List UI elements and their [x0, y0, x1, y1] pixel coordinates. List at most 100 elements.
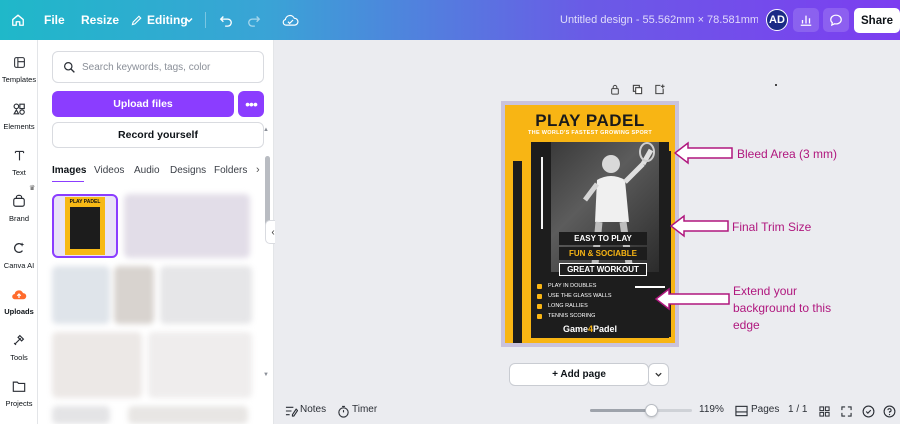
more-options-button[interactable]: •••: [238, 91, 264, 117]
resize-button[interactable]: Resize: [81, 0, 119, 40]
chevron-right-icon[interactable]: ›: [256, 164, 260, 176]
pencil-icon: [126, 10, 146, 30]
rail-item-elements[interactable]: Elements: [0, 101, 38, 131]
bar-chart-icon: [800, 15, 812, 26]
blurred-thumbnail[interactable]: [114, 266, 154, 324]
undo-icon[interactable]: [216, 10, 236, 30]
insights-button[interactable]: [793, 8, 819, 32]
list-item[interactable]: TENNIS SCORING: [537, 311, 647, 321]
record-yourself-button[interactable]: Record yourself: [52, 122, 264, 148]
blurred-thumbnail[interactable]: [52, 332, 142, 398]
rail-item-uploads[interactable]: Uploads: [0, 286, 38, 316]
cloud-saved-icon[interactable]: [280, 10, 300, 30]
comments-button[interactable]: [823, 8, 849, 32]
blurred-thumbnail[interactable]: [128, 406, 248, 424]
bleed-annotation: Bleed Area (3 mm): [737, 147, 838, 161]
decorative-bar: [513, 161, 522, 343]
rail-label: Projects: [5, 399, 33, 408]
tab-images[interactable]: Images: [52, 165, 86, 176]
grid-view-icon[interactable]: [817, 404, 831, 418]
home-icon[interactable]: [8, 10, 28, 30]
tab-folders[interactable]: Folders: [214, 165, 247, 176]
blurred-thumbnail[interactable]: [160, 266, 252, 324]
rail-item-text[interactable]: Text: [0, 147, 38, 177]
tab-audio[interactable]: Audio: [134, 165, 160, 176]
avatar[interactable]: AD: [766, 9, 788, 31]
bullet-icon: [537, 313, 542, 319]
help-icon[interactable]: [882, 404, 896, 418]
panel-scrollbar[interactable]: [265, 156, 270, 230]
redo-icon[interactable]: [244, 10, 264, 30]
list-item-label: TENNIS SCORING: [548, 313, 596, 319]
zoom-level[interactable]: 119%: [699, 404, 724, 415]
scroll-up-arrow[interactable]: ▲: [263, 127, 269, 133]
zoom-slider-handle[interactable]: [644, 404, 658, 417]
uploads-icon: [11, 286, 27, 302]
brand-icon: [11, 193, 27, 209]
add-page-options-button[interactable]: [648, 363, 669, 386]
uploaded-image-thumbnail[interactable]: PLAY PADEL: [52, 194, 118, 258]
top-bar: File Resize Editing Untitled design - 55…: [0, 0, 900, 40]
upload-files-button[interactable]: Upload files: [52, 91, 234, 117]
feature-pill[interactable]: GREAT WORKOUT: [559, 263, 647, 276]
blurred-thumbnail[interactable]: [148, 332, 252, 398]
extend-annotation-line: background to this: [733, 301, 832, 315]
add-page-button[interactable]: + Add page: [509, 363, 649, 386]
design-title[interactable]: Untitled design - 55.562mm × 78.581mm: [560, 0, 758, 40]
left-rail: Templates Elements Text ♛ Brand Canva AI…: [0, 40, 38, 424]
lock-icon[interactable]: [608, 82, 622, 96]
bullet-icon: [537, 283, 542, 289]
list-item-label: LONG RALLIES: [548, 303, 588, 309]
rail-item-tools[interactable]: Tools: [0, 332, 38, 362]
tab-designs[interactable]: Designs: [170, 165, 206, 176]
share-button[interactable]: Share: [854, 8, 900, 33]
list-item[interactable]: USE THE GLASS WALLS: [537, 291, 647, 301]
rail-label: Brand: [8, 214, 29, 223]
rail-item-brand[interactable]: Brand: [0, 193, 38, 223]
notes-button[interactable]: Notes: [300, 404, 326, 415]
chevron-down-icon: [655, 372, 662, 377]
notes-icon[interactable]: [284, 404, 298, 418]
comment-icon: [830, 14, 842, 27]
file-menu[interactable]: File: [44, 0, 65, 40]
search-input[interactable]: [82, 61, 252, 73]
brand-logo-part: Game: [562, 324, 588, 334]
list-item-label: USE THE GLASS WALLS: [548, 293, 612, 299]
crown-icon: ♛: [29, 185, 36, 192]
rail-item-projects[interactable]: Projects: [0, 378, 38, 408]
add-page-icon[interactable]: [652, 82, 666, 96]
search-icon: [64, 61, 75, 73]
blurred-thumbnail[interactable]: [52, 406, 110, 424]
rail-item-templates[interactable]: Templates: [0, 54, 38, 84]
page-count: 1 / 1: [788, 404, 808, 415]
search-box[interactable]: [52, 51, 264, 83]
timer-button[interactable]: Timer: [352, 404, 377, 415]
brand-logo[interactable]: Game4Padel: [505, 324, 675, 334]
dot-marker: [775, 84, 777, 86]
blurred-thumbnail[interactable]: [52, 266, 110, 324]
thumbnail-title: PLAY PADEL: [69, 199, 101, 205]
feature-pill[interactable]: FUN & SOCIABLE: [559, 247, 647, 260]
tab-videos[interactable]: Videos: [94, 165, 124, 176]
canva-ai-icon: [11, 240, 27, 256]
chevron-down-icon[interactable]: [179, 10, 199, 30]
extend-annotation-line: edge: [733, 318, 760, 332]
blurred-thumbnail[interactable]: [124, 194, 250, 258]
scroll-down-arrow[interactable]: ▼: [263, 372, 269, 378]
design-page[interactable]: PLAY PADEL THE WORLD'S FASTEST GROWING S…: [505, 105, 675, 343]
check-circle-icon[interactable]: [861, 404, 875, 418]
zoom-slider-fill: [590, 409, 652, 412]
rail-item-canva-ai[interactable]: Canva AI: [0, 240, 38, 270]
timer-icon[interactable]: [336, 404, 350, 418]
list-item-label: PLAY IN DOUBLES: [548, 283, 597, 289]
poster-subtitle[interactable]: THE WORLD'S FASTEST GROWING SPORT: [505, 130, 675, 136]
duplicate-icon[interactable]: [630, 82, 644, 96]
list-item[interactable]: PLAY IN DOUBLES: [537, 281, 647, 291]
pages-icon[interactable]: [734, 404, 748, 418]
bullet-icon: [537, 303, 542, 309]
pages-button[interactable]: Pages: [751, 404, 779, 415]
fullscreen-icon[interactable]: [839, 404, 853, 418]
list-item[interactable]: LONG RALLIES: [537, 301, 647, 311]
poster-title[interactable]: PLAY PADEL: [505, 111, 675, 131]
feature-pill[interactable]: EASY TO PLAY: [559, 232, 647, 245]
